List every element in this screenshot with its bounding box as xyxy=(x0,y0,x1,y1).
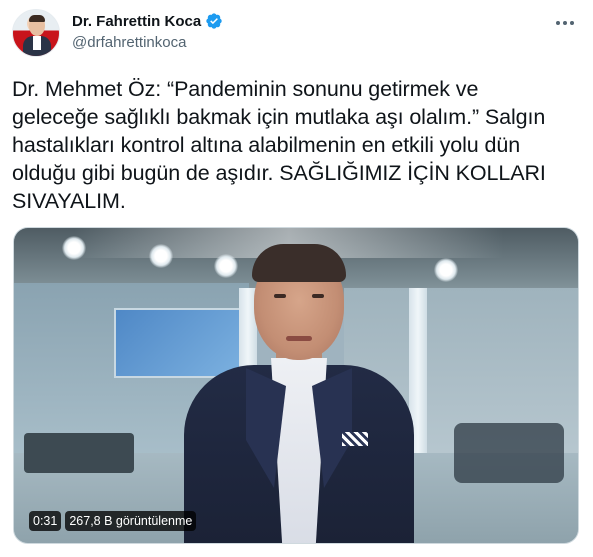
more-dot xyxy=(556,21,560,25)
speaker-hair xyxy=(252,244,346,282)
tweet-header: Dr. Fahrettin Koca @drfahrettinkoca xyxy=(12,9,581,57)
tweet-text: Dr. Mehmet Öz: “Pandeminin sonunu getirm… xyxy=(12,75,587,215)
tweet-text-line: geleceğe sağlıklı bakmak için mutlaka aş… xyxy=(12,105,546,129)
thumbnail-speaker xyxy=(184,240,414,543)
avatar-hair xyxy=(29,15,45,22)
tweet-text-line: SIVAYALIM. xyxy=(12,189,126,213)
video-view-count: 267,8 B görüntülenme xyxy=(65,511,197,531)
thumbnail-desk xyxy=(24,433,134,473)
video-info-bar: 0:31 267,8 B görüntülenme xyxy=(29,511,197,531)
thumbnail-ceiling-light xyxy=(149,244,173,268)
author-avatar[interactable] xyxy=(12,9,60,57)
author-handle[interactable]: @drfahrettinkoca xyxy=(72,34,186,51)
speaker-eye xyxy=(312,294,324,298)
author-display-name[interactable]: Dr. Fahrettin Koca xyxy=(72,13,201,30)
avatar-shirt xyxy=(33,36,41,50)
tweet-text-line: olduğu gibi bugün de aşıdır. SAĞLIĞIMIZ … xyxy=(12,161,546,185)
more-dot xyxy=(570,21,574,25)
speaker-pocket-square xyxy=(342,432,368,446)
more-dot xyxy=(563,21,567,25)
tweet-text-line: Dr. Mehmet Öz: “Pandeminin sonunu getirm… xyxy=(12,77,479,101)
tweet-text-line: hastalıkları kontrol altına alabilmenin … xyxy=(12,133,521,157)
more-horizontal-icon[interactable] xyxy=(553,13,577,33)
speaker-eye xyxy=(274,294,286,298)
thumbnail-chair xyxy=(454,423,564,483)
video-duration: 0:31 xyxy=(29,511,62,531)
thumbnail-ceiling-light xyxy=(62,236,86,260)
video-thumbnail xyxy=(14,228,578,543)
video-player[interactable]: 0:31 267,8 B görüntülenme xyxy=(13,227,579,544)
verified-badge-icon xyxy=(206,13,222,29)
author-name-row: Dr. Fahrettin Koca xyxy=(72,12,223,30)
speaker-mouth xyxy=(286,336,312,341)
thumbnail-ceiling-light xyxy=(434,258,458,282)
